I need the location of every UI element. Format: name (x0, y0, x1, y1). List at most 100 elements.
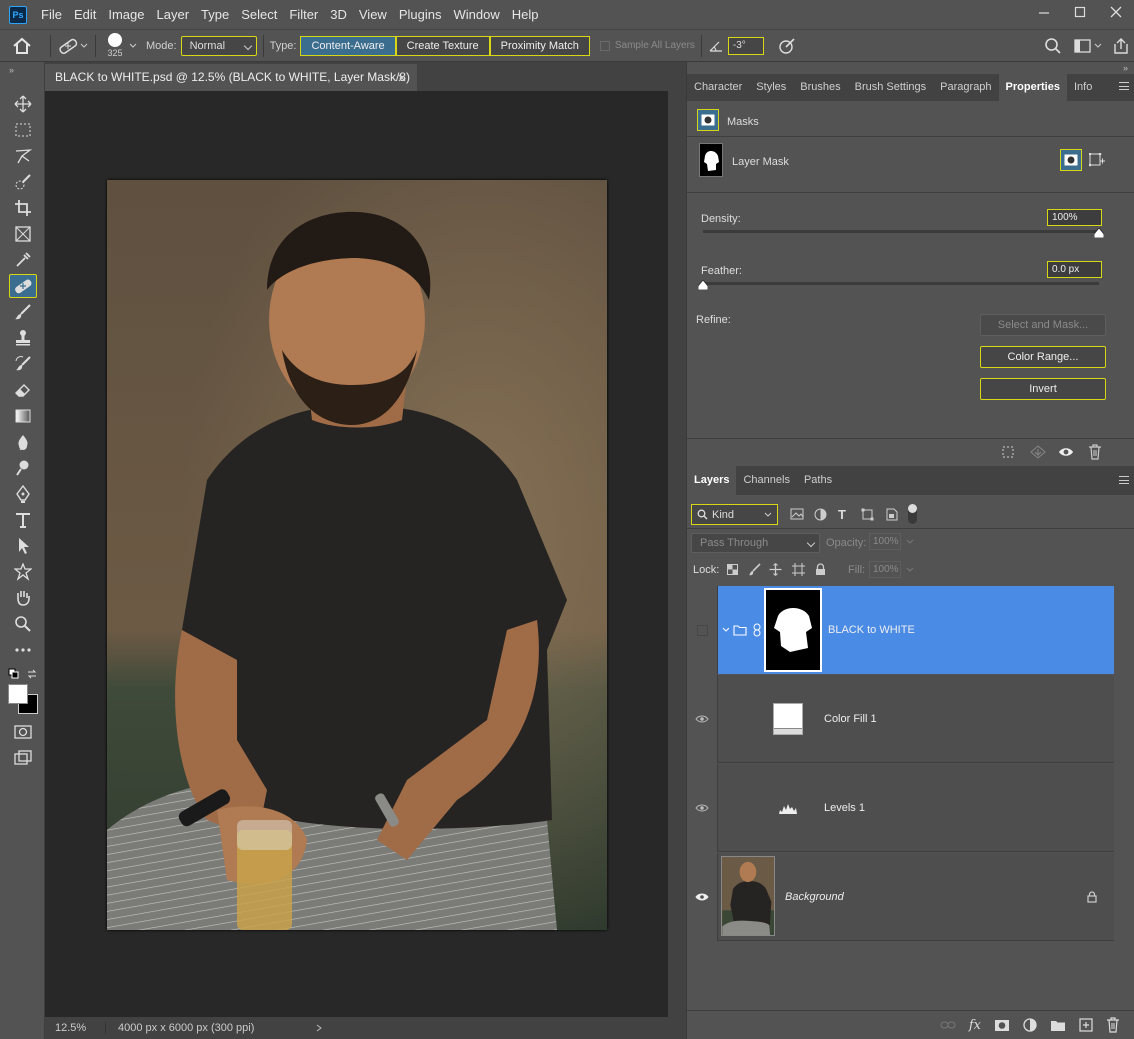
brush-icon[interactable] (9, 300, 37, 324)
default-colors-icon[interactable] (8, 668, 20, 680)
tab-brush-settings[interactable]: Brush Settings (848, 74, 934, 101)
home-icon[interactable] (0, 37, 44, 55)
pen-icon[interactable] (9, 482, 37, 506)
filter-toggle[interactable] (908, 504, 917, 524)
menu-help[interactable]: Help (506, 0, 545, 29)
feather-input[interactable]: 0.0 px (1047, 261, 1102, 278)
spot-healing-brush-tool-icon[interactable] (9, 274, 37, 298)
document-tab[interactable]: BLACK to WHITE.psd @ 12.5% (BLACK to WHI… (45, 64, 417, 111)
document-photo[interactable] (107, 180, 607, 930)
feather-slider-thumb[interactable] (698, 280, 708, 290)
layer-visibility-toggle[interactable] (687, 853, 718, 941)
eraser-icon[interactable] (9, 378, 37, 402)
delete-layer-icon[interactable] (1106, 1017, 1120, 1033)
filter-pixel-icon[interactable] (790, 508, 804, 520)
mode-dropdown[interactable]: Normal (180, 35, 257, 56)
filter-shape-icon[interactable] (861, 508, 874, 521)
blend-mode-dropdown[interactable]: Pass Through (691, 533, 820, 553)
color-range-button[interactable]: Color Range... (980, 346, 1106, 368)
delete-mask-icon[interactable] (1088, 444, 1102, 460)
search-icon[interactable] (1044, 37, 1062, 55)
layer-visibility-toggle[interactable] (687, 764, 718, 852)
workspace-icon[interactable] (1074, 38, 1092, 54)
layer-row[interactable]: Color Fill 1 (687, 675, 1114, 763)
chevron-down-icon[interactable] (128, 41, 138, 51)
density-input[interactable]: 100% (1047, 209, 1102, 226)
history-brush-icon[interactable] (9, 352, 37, 376)
chevron-down-icon[interactable] (721, 625, 731, 635)
layer-row[interactable]: BLACK to WHITE (687, 586, 1114, 674)
type-content-aware-button[interactable]: Content-Aware (300, 35, 396, 56)
frame-icon[interactable] (9, 222, 37, 246)
menu-plugins[interactable]: Plugins (393, 0, 448, 29)
collapse-panels-icon[interactable]: » (1123, 63, 1128, 73)
chevron-down-icon[interactable] (905, 565, 915, 575)
rectangular-marquee-icon[interactable] (9, 118, 37, 142)
type-tool-icon[interactable] (9, 508, 37, 532)
filter-type-icon[interactable]: T (838, 507, 846, 522)
opacity-input[interactable]: 100% (869, 533, 901, 550)
menu-type[interactable]: Type (195, 0, 235, 29)
type-proximity-match-button[interactable]: Proximity Match (489, 35, 590, 56)
canvas-scrollbar[interactable] (668, 91, 686, 1017)
dodge-icon[interactable] (9, 456, 37, 480)
new-group-icon[interactable] (1050, 1019, 1066, 1032)
zoom-icon[interactable] (9, 612, 37, 636)
menu-select[interactable]: Select (235, 0, 283, 29)
menu-3d[interactable]: 3D (324, 0, 353, 29)
tab-character[interactable]: Character (687, 74, 749, 101)
collapse-toolbar-icon[interactable]: » (9, 65, 14, 75)
move-tool-icon[interactable] (9, 92, 37, 116)
share-icon[interactable] (1112, 37, 1130, 55)
close-tab-icon[interactable] (397, 73, 407, 83)
color-fill-thumbnail[interactable] (773, 703, 803, 735)
lock-transparent-icon[interactable] (727, 564, 738, 575)
canvas-area[interactable] (45, 91, 668, 1017)
foreground-color-swatch[interactable] (8, 684, 28, 704)
tab-paragraph[interactable]: Paragraph (933, 74, 998, 101)
layer-row[interactable]: Levels 1 (687, 764, 1114, 852)
menu-layer[interactable]: Layer (151, 0, 196, 29)
feather-slider-track[interactable] (703, 282, 1099, 285)
close-icon[interactable] (1098, 0, 1134, 24)
new-layer-icon[interactable] (1079, 1018, 1093, 1032)
pressure-brush-icon[interactable] (778, 37, 796, 55)
background-layer-thumbnail[interactable] (721, 856, 775, 936)
load-selection-icon[interactable] (1001, 445, 1015, 459)
swap-colors-icon[interactable] (26, 668, 38, 680)
menu-edit[interactable]: Edit (68, 0, 102, 29)
layer-visibility-toggle[interactable] (687, 586, 718, 674)
adjustment-layer-icon[interactable] (1023, 1018, 1037, 1032)
maximize-icon[interactable] (1062, 0, 1098, 24)
filter-adjustment-icon[interactable] (814, 508, 827, 521)
layer-mask-thumbnail[interactable] (764, 588, 822, 672)
clone-stamp-icon[interactable] (9, 326, 37, 350)
add-vector-mask-icon[interactable] (1089, 153, 1105, 167)
tab-info[interactable]: Info (1067, 74, 1099, 101)
apply-mask-icon[interactable] (1030, 445, 1046, 459)
chevron-down-icon[interactable] (905, 537, 915, 547)
tab-channels[interactable]: Channels (736, 466, 796, 495)
invert-button[interactable]: Invert (980, 378, 1106, 400)
minimize-icon[interactable] (1026, 0, 1062, 24)
custom-shape-icon[interactable] (9, 560, 37, 584)
menu-file[interactable]: File (35, 0, 68, 29)
filter-kind-dropdown[interactable]: Kind (691, 504, 778, 525)
tab-styles[interactable]: Styles (749, 74, 793, 101)
sample-all-layers-checkbox[interactable]: Sample All Layers (599, 40, 695, 51)
lasso-icon[interactable] (9, 144, 37, 168)
lock-position-icon[interactable] (769, 563, 782, 576)
menu-window[interactable]: Window (447, 0, 505, 29)
layer-style-fx-icon[interactable]: fx (969, 1018, 981, 1033)
menu-image[interactable]: Image (102, 0, 150, 29)
lock-all-icon[interactable] (815, 563, 826, 576)
lock-artboard-icon[interactable] (792, 563, 805, 576)
layers-panel-menu-icon[interactable] (1119, 476, 1129, 484)
filter-smart-object-icon[interactable] (886, 508, 898, 521)
eyedropper-icon[interactable] (9, 248, 37, 272)
layer-row[interactable]: Background (687, 853, 1114, 941)
crop-icon[interactable] (9, 196, 37, 220)
tab-properties[interactable]: Properties (998, 74, 1067, 101)
layer-visibility-toggle[interactable] (687, 675, 718, 763)
select-and-mask-button[interactable]: Select and Mask... (980, 314, 1106, 336)
